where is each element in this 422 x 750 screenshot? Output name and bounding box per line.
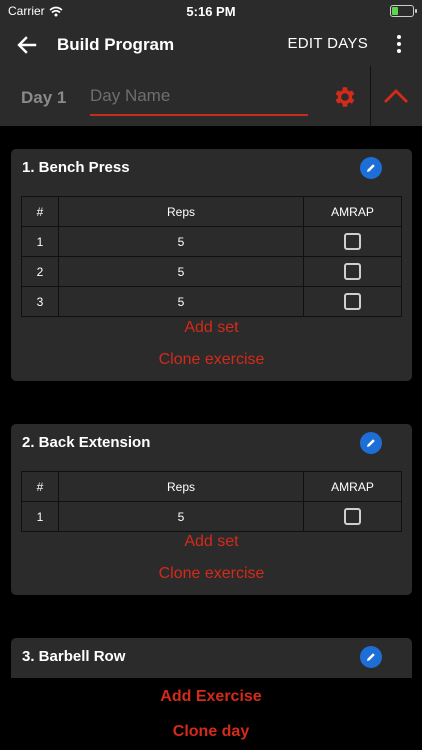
sets-table: # Reps AMRAP 1 5 [21,471,402,532]
set-number: 1 [21,226,59,257]
edit-exercise-button[interactable] [360,646,382,668]
set-reps[interactable]: 5 [58,501,304,532]
set-reps[interactable]: 5 [58,256,304,287]
table-row: 2 5 [21,256,402,287]
arrow-left-icon[interactable] [14,32,40,58]
day-label: Day 1 [21,88,67,107]
table-row: 3 5 [21,286,402,317]
divider [370,66,371,126]
set-reps[interactable]: 5 [58,286,304,317]
pencil-icon [367,164,375,172]
day-name-input[interactable] [90,82,308,116]
set-reps[interactable]: 5 [58,226,304,257]
exercise-title: 2. Back Extension [22,434,151,451]
clone-exercise-button[interactable]: Clone exercise [11,565,412,583]
table-row: 1 5 [21,226,402,257]
set-number: 1 [21,501,59,532]
battery-icon [390,5,417,17]
amrap-checkbox[interactable] [344,263,361,280]
pencil-icon [367,653,375,661]
amrap-cell [303,286,402,317]
column-header-amrap: AMRAP [303,471,402,502]
clone-day-button[interactable]: Clone day [0,723,422,741]
amrap-checkbox[interactable] [344,293,361,310]
column-header-reps: Reps [58,196,304,227]
bottom-actions: Add Exercise Clone day [0,678,422,750]
exercise-card: 1. Bench Press # Reps AMRAP 1 5 2 5 3 5 … [11,149,412,381]
edit-exercise-button[interactable] [360,432,382,454]
table-header-row: # Reps AMRAP [21,196,402,227]
pencil-icon [367,439,375,447]
add-exercise-button[interactable]: Add Exercise [0,688,422,706]
amrap-cell [303,256,402,287]
app-bar: Build Program EDIT DAYS [0,24,422,66]
exercise-card: 2. Back Extension # Reps AMRAP 1 5 Add s… [11,424,412,595]
column-header-amrap: AMRAP [303,196,402,227]
amrap-checkbox[interactable] [344,508,361,525]
page-title: Build Program [57,35,175,54]
add-set-button[interactable]: Add set [11,533,412,551]
clone-exercise-button[interactable]: Clone exercise [11,351,412,369]
column-header-number: # [21,471,59,502]
status-time: 5:16 PM [186,4,236,19]
table-header-row: # Reps AMRAP [21,471,402,502]
column-header-reps: Reps [58,471,304,502]
exercise-title: 3. Barbell Row [22,648,126,665]
gear-icon[interactable] [331,84,357,110]
add-set-button[interactable]: Add set [11,319,412,337]
amrap-cell [303,226,402,257]
more-vertical-icon[interactable] [394,33,404,57]
day-header: Day 1 [0,66,422,126]
edit-exercise-button[interactable] [360,157,382,179]
battery-fill [392,7,398,15]
exercise-title: 1. Bench Press [22,159,130,176]
set-number: 3 [21,286,59,317]
set-number: 2 [21,256,59,287]
amrap-cell [303,501,402,532]
column-header-number: # [21,196,59,227]
chevron-up-icon[interactable] [382,86,410,106]
status-bar: Carrier 5:16 PM [0,0,422,24]
table-row: 1 5 [21,501,402,532]
amrap-checkbox[interactable] [344,233,361,250]
edit-days-button[interactable]: EDIT DAYS [288,35,369,52]
sets-table: # Reps AMRAP 1 5 2 5 3 5 [21,196,402,317]
